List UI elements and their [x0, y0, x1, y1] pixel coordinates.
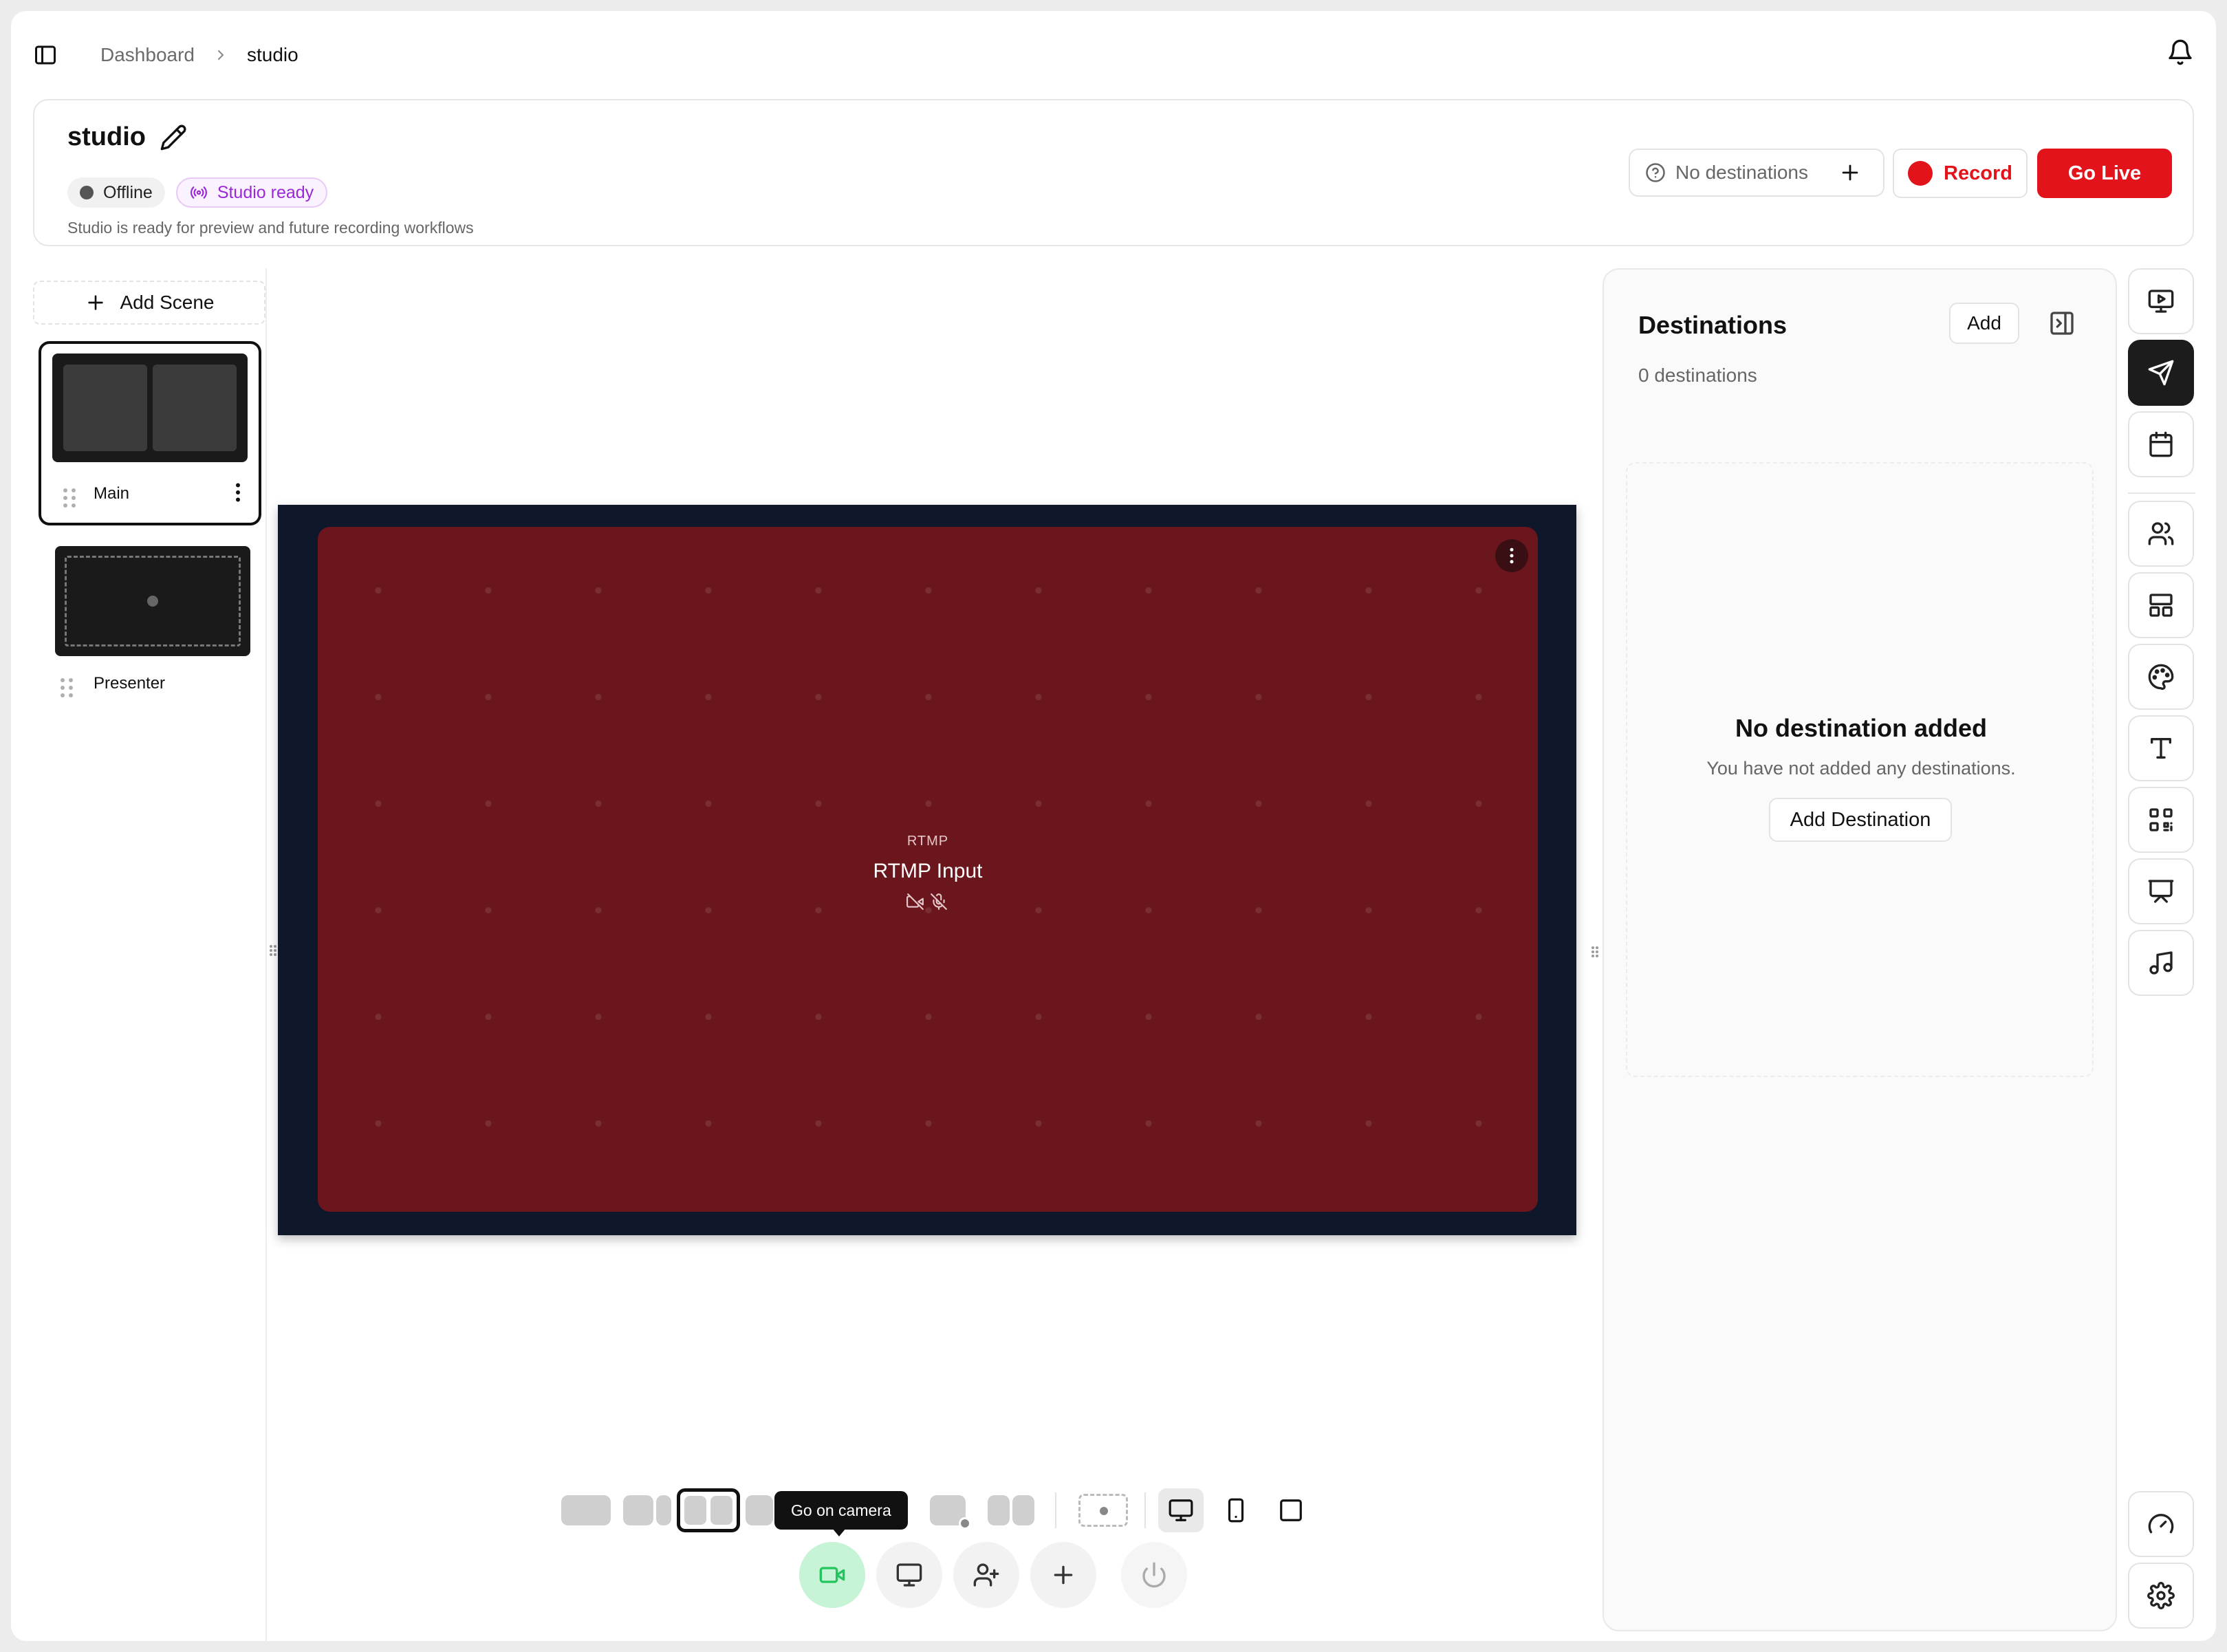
users-icon[interactable]	[2128, 501, 2194, 567]
studio-ready-label: Studio ready	[217, 182, 314, 202]
studio-header-card: studio Offline Studio ready Studio is re…	[33, 99, 2194, 246]
sidebar-toggle-icon[interactable]	[33, 43, 58, 67]
scene-label: Presenter	[94, 674, 166, 693]
preview-canvas[interactable]: RTMP RTMP Input	[278, 505, 1576, 1235]
add-button-label: Add	[1967, 312, 2001, 334]
status-offline-label: Offline	[103, 182, 153, 202]
studio-ready-badge: Studio ready	[175, 177, 328, 208]
presentation-icon[interactable]	[2128, 858, 2194, 924]
scene-card-main[interactable]: Main	[39, 341, 261, 525]
user-plus-icon	[973, 1561, 1000, 1589]
palette-icon[interactable]	[2128, 644, 2194, 710]
source-status-icons	[906, 893, 948, 911]
add-destination-label: Add Destination	[1790, 808, 1931, 831]
rtmp-source-tile[interactable]: RTMP RTMP Input	[318, 527, 1538, 1212]
add-scene-button[interactable]: Add Scene	[33, 281, 265, 325]
resize-handle-icon[interactable]	[1590, 944, 1600, 960]
breadcrumb: Dashboard studio	[100, 44, 298, 66]
mobile-aspect-icon[interactable]	[1213, 1488, 1259, 1532]
go-live-button[interactable]: Go Live	[2037, 149, 2172, 198]
record-dot-icon	[1908, 161, 1933, 186]
calendar-icon[interactable]	[2128, 411, 2194, 477]
more-vertical-icon[interactable]	[226, 480, 250, 505]
scene-thumbnail	[55, 546, 250, 656]
video-camera-icon	[818, 1561, 846, 1589]
destinations-count: 0 destinations	[1638, 365, 1757, 386]
destinations-selector[interactable]: No destinations	[1629, 149, 1884, 197]
go-live-label: Go Live	[2067, 162, 2142, 184]
plus-icon	[85, 292, 107, 314]
breadcrumb-studio: studio	[246, 44, 298, 65]
pencil-icon[interactable]	[160, 124, 187, 151]
layout-option-split-left[interactable]	[623, 1495, 653, 1525]
studio-description: Studio is ready for preview and future r…	[67, 219, 474, 237]
source-title: RTMP Input	[873, 860, 983, 882]
bell-icon[interactable]	[2166, 39, 2194, 66]
add-destination-plus-icon[interactable]	[1832, 155, 1868, 191]
source-more-icon[interactable]	[1495, 539, 1528, 572]
music-icon[interactable]	[2128, 930, 2194, 996]
plus-icon	[1050, 1561, 1077, 1589]
scenes-panel: Add Scene Main Presenter	[33, 268, 276, 1641]
layout-option-grid[interactable]	[746, 1495, 773, 1525]
studio-app: Dashboard studio studio Offline Studio r…	[11, 11, 2216, 1641]
broadcast-icon	[190, 184, 208, 202]
layout-option-duo-left[interactable]	[988, 1495, 1010, 1525]
empty-text: You have not added any destinations.	[1706, 758, 2016, 779]
empty-title: No destination added	[1735, 714, 1987, 742]
studio-title: studio	[67, 122, 146, 151]
source-type-label: RTMP	[906, 834, 949, 849]
record-label: Record	[1944, 162, 2012, 184]
add-destination-button[interactable]: Add Destination	[1769, 798, 1952, 842]
screen-share-button[interactable]	[876, 1542, 942, 1608]
empty-destinations-area: No destination added You have not added …	[1626, 462, 2094, 1077]
panel-collapse-icon[interactable]	[2048, 309, 2076, 337]
drag-handle-icon[interactable]	[61, 678, 73, 697]
add-button[interactable]: Add	[1949, 303, 2019, 344]
chevron-right-icon	[213, 47, 229, 63]
gauge-icon[interactable]	[2128, 1491, 2194, 1557]
scene-card-presenter[interactable]: Presenter	[39, 542, 261, 707]
scene-thumbnail	[52, 354, 248, 462]
layout-option-side-by-side-selected[interactable]	[677, 1488, 740, 1532]
record-button[interactable]: Record	[1893, 149, 2028, 198]
help-circle-icon	[1645, 162, 1666, 183]
layout-option-duo-right[interactable]	[1012, 1495, 1034, 1525]
status-offline-badge: Offline	[67, 177, 165, 208]
drag-handle-icon[interactable]	[63, 488, 76, 508]
add-scene-label: Add Scene	[120, 292, 215, 313]
layout-option-full[interactable]	[561, 1495, 611, 1525]
scene-label: Main	[94, 484, 130, 503]
tooltip: Go on camera	[774, 1491, 908, 1530]
destinations-title: Destinations	[1638, 311, 1788, 339]
settings-icon[interactable]	[2128, 1563, 2194, 1629]
layout-selector-bar: Go on camera	[549, 1481, 1322, 1538]
no-destinations-label: No destinations	[1675, 162, 1809, 183]
qr-code-icon[interactable]	[2128, 787, 2194, 853]
breadcrumb-dashboard[interactable]: Dashboard	[100, 44, 195, 66]
camera-button[interactable]	[799, 1542, 865, 1608]
add-source-button[interactable]	[1030, 1542, 1096, 1608]
text-icon[interactable]	[2128, 715, 2194, 781]
end-session-button[interactable]	[1121, 1542, 1187, 1608]
status-dot	[80, 186, 94, 199]
resize-handle-icon[interactable]	[268, 942, 278, 959]
square-aspect-icon[interactable]	[1268, 1488, 1314, 1532]
monitor-play-icon[interactable]	[2128, 268, 2194, 334]
invite-guest-button[interactable]	[953, 1542, 1019, 1608]
camera-off-icon	[906, 893, 924, 911]
tooltip-label: Go on camera	[791, 1501, 891, 1519]
layout-option-empty[interactable]	[1078, 1494, 1128, 1527]
mic-off-icon	[930, 893, 948, 911]
monitor-icon	[895, 1561, 923, 1589]
send-icon[interactable]	[2128, 340, 2194, 406]
layout-icon[interactable]	[2128, 572, 2194, 638]
desktop-aspect-icon[interactable]	[1158, 1488, 1204, 1532]
destinations-panel: Destinations Add 0 destinations No desti…	[1603, 268, 2117, 1631]
power-icon	[1140, 1561, 1168, 1589]
layout-option-split-right[interactable]	[656, 1495, 671, 1525]
